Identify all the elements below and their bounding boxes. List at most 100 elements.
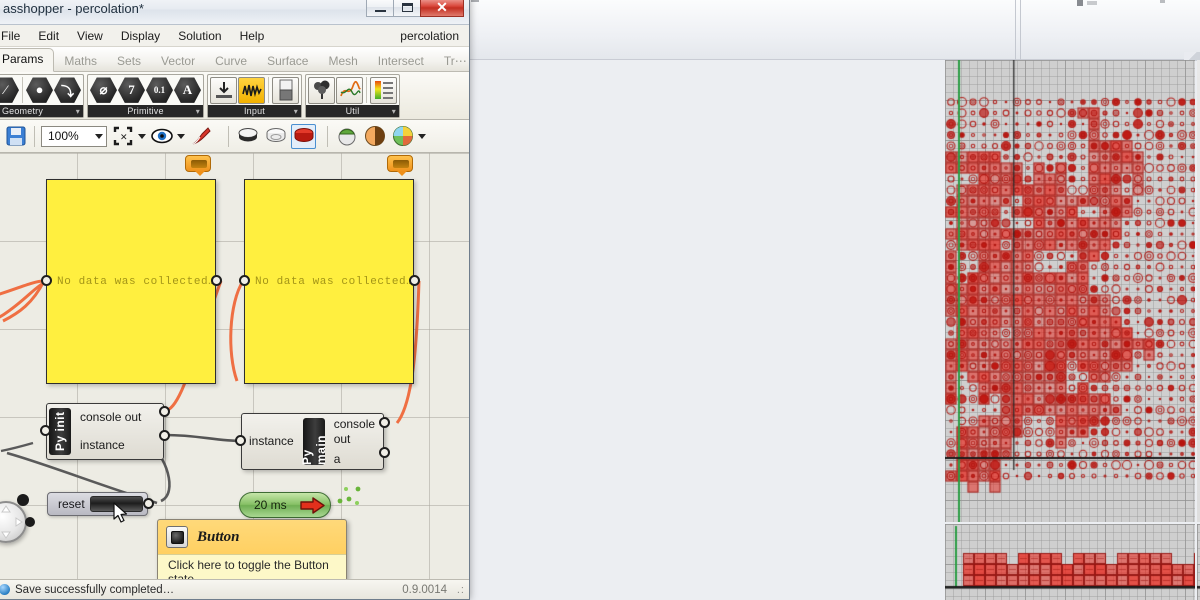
preview-render-icon[interactable] xyxy=(291,123,316,149)
tab-sets[interactable]: Sets xyxy=(107,51,151,72)
preview-shaded-icon[interactable] xyxy=(235,124,260,149)
resize-grip[interactable]: .: xyxy=(457,584,465,596)
py-main-nub-label: Py main xyxy=(300,418,328,465)
document-name: percolation xyxy=(400,29,459,43)
wire-orange-4 xyxy=(2,280,46,323)
preview-wireframe-icon[interactable] xyxy=(263,124,288,149)
menu-item-solution[interactable]: Solution xyxy=(169,27,230,45)
status-message: Save successfully completed… xyxy=(15,583,175,596)
py-main-output-port-console[interactable] xyxy=(379,417,390,428)
py-init-output-console-out[interactable]: console out xyxy=(73,410,163,425)
timer-activity-dots-icon xyxy=(337,486,361,505)
timer-component[interactable]: 20 ms xyxy=(239,492,331,518)
reset-toggle-output-port[interactable] xyxy=(143,498,154,509)
tab-vector[interactable]: Vector xyxy=(151,51,205,72)
panel-left-bubble-icon[interactable] xyxy=(185,155,211,176)
panel-left-output-port[interactable] xyxy=(211,275,222,286)
py-init-output-port-console[interactable] xyxy=(159,406,170,417)
menu-item-edit[interactable]: Edit xyxy=(29,27,68,45)
py-main-output-a[interactable]: a xyxy=(327,452,383,467)
ribbon-util-expander-icon[interactable]: ▾ xyxy=(392,107,396,116)
py-main-output-console-out[interactable]: console out xyxy=(327,417,383,447)
py-init-output-instance[interactable]: instance xyxy=(73,438,163,453)
menu-bar: File Edit View Display Solution Help per… xyxy=(0,25,469,47)
tab-intersect[interactable]: Intersect xyxy=(368,51,434,72)
panel-right-input-port[interactable] xyxy=(239,275,250,286)
panel-right-output-port[interactable] xyxy=(409,275,420,286)
menu-item-view[interactable]: View xyxy=(68,27,112,45)
panel-left-text: No data was collected… xyxy=(57,275,216,288)
tab-params[interactable]: Params xyxy=(0,48,55,72)
mouse-cursor-icon xyxy=(113,502,128,523)
primitive-integer-icon[interactable]: 7 xyxy=(118,77,145,103)
primitive-number-icon[interactable]: 0.1 xyxy=(146,77,173,103)
menu-item-file[interactable]: File xyxy=(0,27,29,45)
button-icon xyxy=(166,526,188,548)
zoom-extents-icon[interactable]: ✕ xyxy=(110,124,135,149)
panel-right-bubble-icon[interactable] xyxy=(387,155,413,176)
menu-item-display[interactable]: Display xyxy=(112,27,169,45)
preview-eye-icon[interactable] xyxy=(149,124,174,149)
ribbon-group-util: Util ▾ xyxy=(305,74,400,118)
primitive-boolean-icon[interactable]: ⌀ xyxy=(90,77,117,103)
rhino-toolbar-fragment-4 xyxy=(1087,1,1097,5)
timer-interval-label: 20 ms xyxy=(254,498,287,512)
canvas-toolbar: 100% ✕ xyxy=(0,120,469,153)
minimize-button[interactable] xyxy=(366,0,394,17)
py-init-input-port[interactable] xyxy=(40,425,51,436)
tab-mesh[interactable]: Mesh xyxy=(318,51,367,72)
preview-dropdown-icon[interactable] xyxy=(177,133,185,139)
grasshopper-canvas[interactable]: No data was collected… No data was colle… xyxy=(0,153,469,597)
squiggle-graph-icon[interactable] xyxy=(238,76,265,104)
panel-left[interactable]: No data was collected… xyxy=(46,179,216,384)
primitive-text-icon[interactable]: A xyxy=(174,77,201,103)
maximize-button[interactable] xyxy=(393,0,421,17)
tab-maths[interactable]: Maths xyxy=(54,51,107,72)
ribbon-geometry-expander-icon[interactable]: ▾ xyxy=(76,107,80,116)
graph-curve-icon[interactable] xyxy=(336,76,363,104)
navigation-wheel-knob[interactable] xyxy=(17,494,29,506)
tab-transform[interactable]: Tr⋯ xyxy=(434,51,469,72)
viewport-top[interactable] xyxy=(945,60,1195,522)
ribbon-group-util-caption: Util ▾ xyxy=(306,105,399,117)
py-main-output-port-a[interactable] xyxy=(379,447,390,458)
geometry-curve-icon[interactable]: ⤵ xyxy=(54,77,81,103)
viewport-right-small[interactable] xyxy=(945,524,1195,600)
navigation-wheel[interactable] xyxy=(0,501,27,543)
ribbon-input-expander-icon[interactable]: ▾ xyxy=(294,107,298,116)
boolean-toggle-icon[interactable] xyxy=(272,76,299,104)
py-init-nub-label: Py init xyxy=(49,408,71,455)
panel-left-input-port[interactable] xyxy=(41,275,52,286)
gradient-legend-icon[interactable] xyxy=(370,76,397,104)
component-py-main[interactable]: instance Py main console out a xyxy=(241,413,384,470)
rhino-panel-divider-1 xyxy=(1015,0,1016,60)
component-py-init[interactable]: Py init console out instance xyxy=(46,403,164,460)
close-button[interactable]: ✕ xyxy=(420,0,464,17)
py-init-output-port-instance[interactable] xyxy=(159,430,170,441)
menu-item-help[interactable]: Help xyxy=(231,27,274,45)
zoom-input[interactable]: 100% xyxy=(41,125,107,147)
file-import-icon[interactable] xyxy=(210,76,237,104)
boolean-toggle-reset[interactable]: reset xyxy=(47,492,148,516)
tab-surface[interactable]: Surface xyxy=(257,51,318,72)
py-main-input-port[interactable] xyxy=(235,435,246,446)
geometry-circle-icon[interactable]: ● xyxy=(26,77,53,103)
zoom-dropdown-icon[interactable] xyxy=(95,133,103,139)
py-main-input-instance[interactable]: instance xyxy=(242,434,301,449)
panel-right[interactable]: No data was collected… xyxy=(244,179,414,384)
sketch-brush-icon[interactable] xyxy=(188,124,213,149)
zoom-extents-dropdown-icon[interactable] xyxy=(138,133,146,139)
color-dropdown-icon[interactable] xyxy=(418,133,426,139)
viewport-right-small-content xyxy=(945,524,1195,600)
window-controls: ✕ xyxy=(366,0,464,17)
navigation-wheel-knob-2[interactable] xyxy=(25,517,35,527)
tree-icon[interactable] xyxy=(308,76,335,104)
save-icon[interactable] xyxy=(3,124,28,149)
contrast-icon[interactable] xyxy=(362,124,387,149)
mouse-icon[interactable] xyxy=(334,124,359,149)
tab-curve[interactable]: Curve xyxy=(205,51,257,72)
wire-orange-5 xyxy=(229,280,245,382)
color-wheel-icon[interactable] xyxy=(390,124,415,149)
geometry-line-icon[interactable]: ∕ xyxy=(0,77,19,103)
ribbon-primitive-expander-icon[interactable]: ▾ xyxy=(196,107,200,116)
